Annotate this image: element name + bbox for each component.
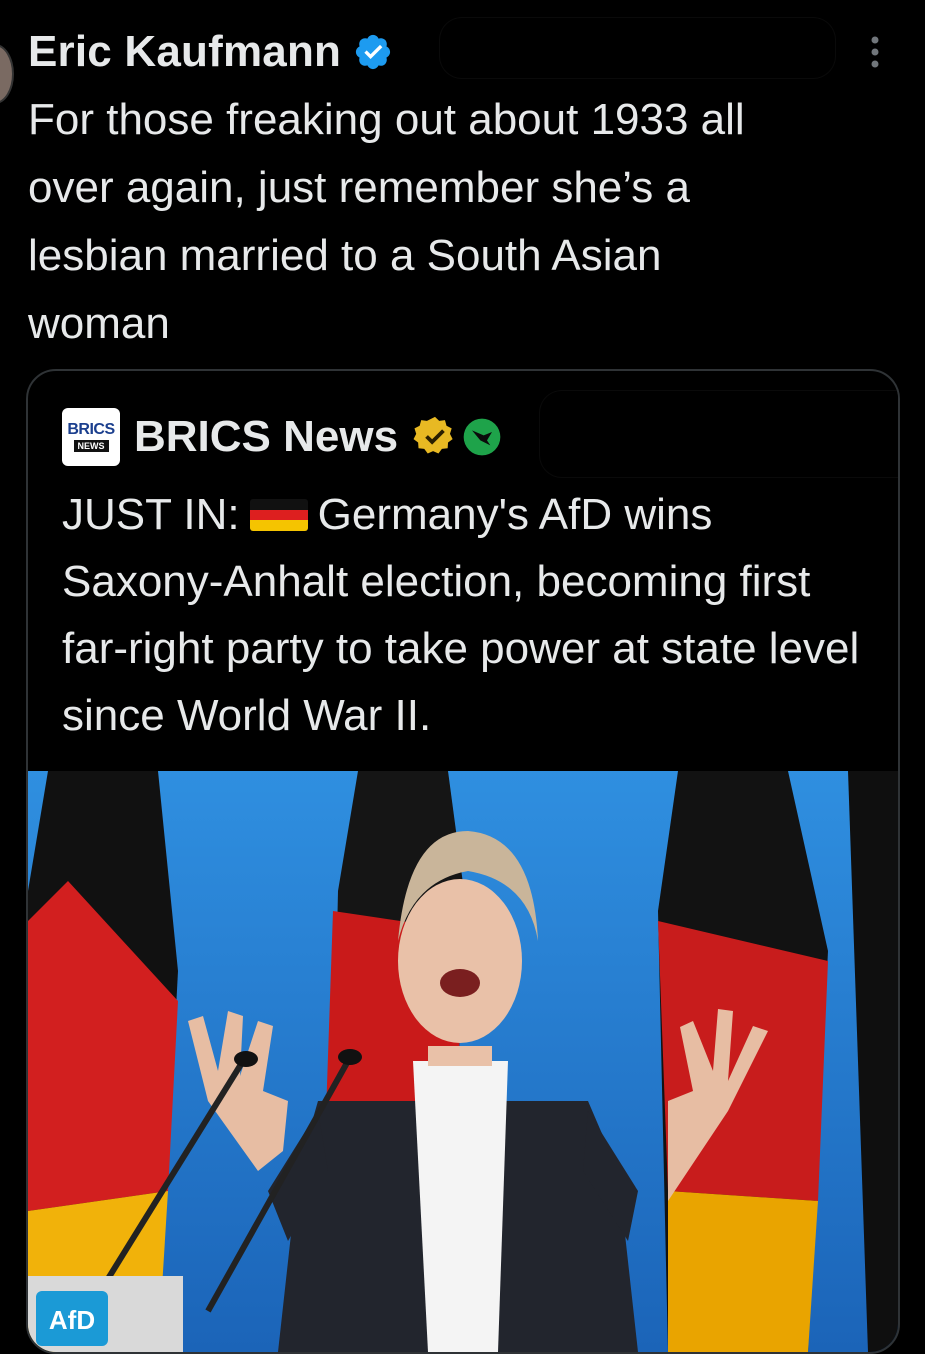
quote-header: BRICS NEWS BRICS News: [62, 405, 502, 469]
redacted-quote-handle: [540, 391, 898, 477]
podium-afd-logo: AfD: [28, 1276, 183, 1352]
quote-text: JUST IN: Germany's AfD wins Saxony-Anhalt…: [62, 481, 882, 749]
more-options-icon[interactable]: [862, 34, 888, 70]
tweet-text: For those freaking out about 1933 all ov…: [28, 95, 745, 348]
podium-logo-text: AfD: [49, 1305, 95, 1335]
author-name[interactable]: Eric Kaufmann: [28, 27, 341, 77]
avatar-logo-text: BRICS: [67, 421, 115, 438]
affiliate-badge-icon: [463, 418, 501, 456]
blue-check-icon: [356, 34, 391, 70]
gold-check-icon: [413, 416, 453, 454]
avatar-logo-subtext: NEWS: [73, 440, 109, 452]
quote-text-prefix: JUST IN:: [62, 490, 240, 539]
quoted-tweet-card[interactable]: BRICS NEWS BRICS News JUST IN: Germany's …: [26, 369, 900, 1354]
brics-news-avatar[interactable]: BRICS NEWS: [62, 408, 120, 466]
quote-author-name[interactable]: BRICS News: [134, 412, 398, 462]
avatar-partial[interactable]: [0, 44, 14, 104]
redacted-handle: [440, 18, 835, 78]
germany-flag-icon: [249, 499, 308, 531]
tweet-header: Eric Kaufmann: [28, 26, 393, 78]
news-photo[interactable]: AfD: [28, 771, 898, 1352]
